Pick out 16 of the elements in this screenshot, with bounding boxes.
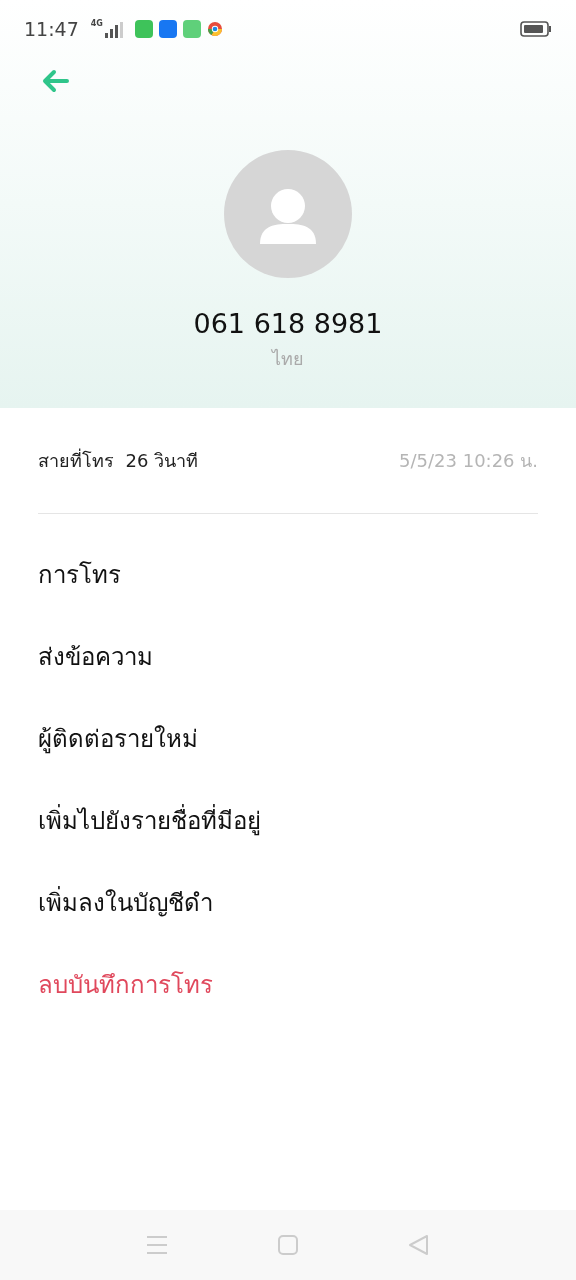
menu-item[interactable]: การโทร (38, 533, 538, 616)
phone-number: 061 618 8981 (193, 307, 383, 341)
menu-item[interactable]: ส่งข้อความ (38, 615, 538, 698)
back-icon[interactable] (408, 1234, 430, 1256)
menu-item[interactable]: ผู้ติดต่อรายใหม่ (38, 697, 538, 780)
home-icon[interactable] (278, 1235, 298, 1255)
call-duration: สายที่โทร 26 วินาที (38, 447, 199, 473)
location-label: ไทย (272, 346, 304, 371)
browser-app-icon (206, 21, 223, 37)
menu-icon[interactable] (146, 1235, 168, 1255)
menu-item[interactable]: เพิ่มไปยังรายชื่อที่มีอยู่ (38, 779, 538, 862)
menu-item[interactable]: เพิ่มลงในบัญชีดำ (38, 861, 538, 944)
battery-icon (520, 21, 552, 37)
menu-item[interactable]: ลบบันทึกการโทร (38, 943, 538, 1026)
call-time: 5/5/23 10:26 น. (399, 448, 538, 473)
clock: 11:47 (24, 16, 79, 42)
